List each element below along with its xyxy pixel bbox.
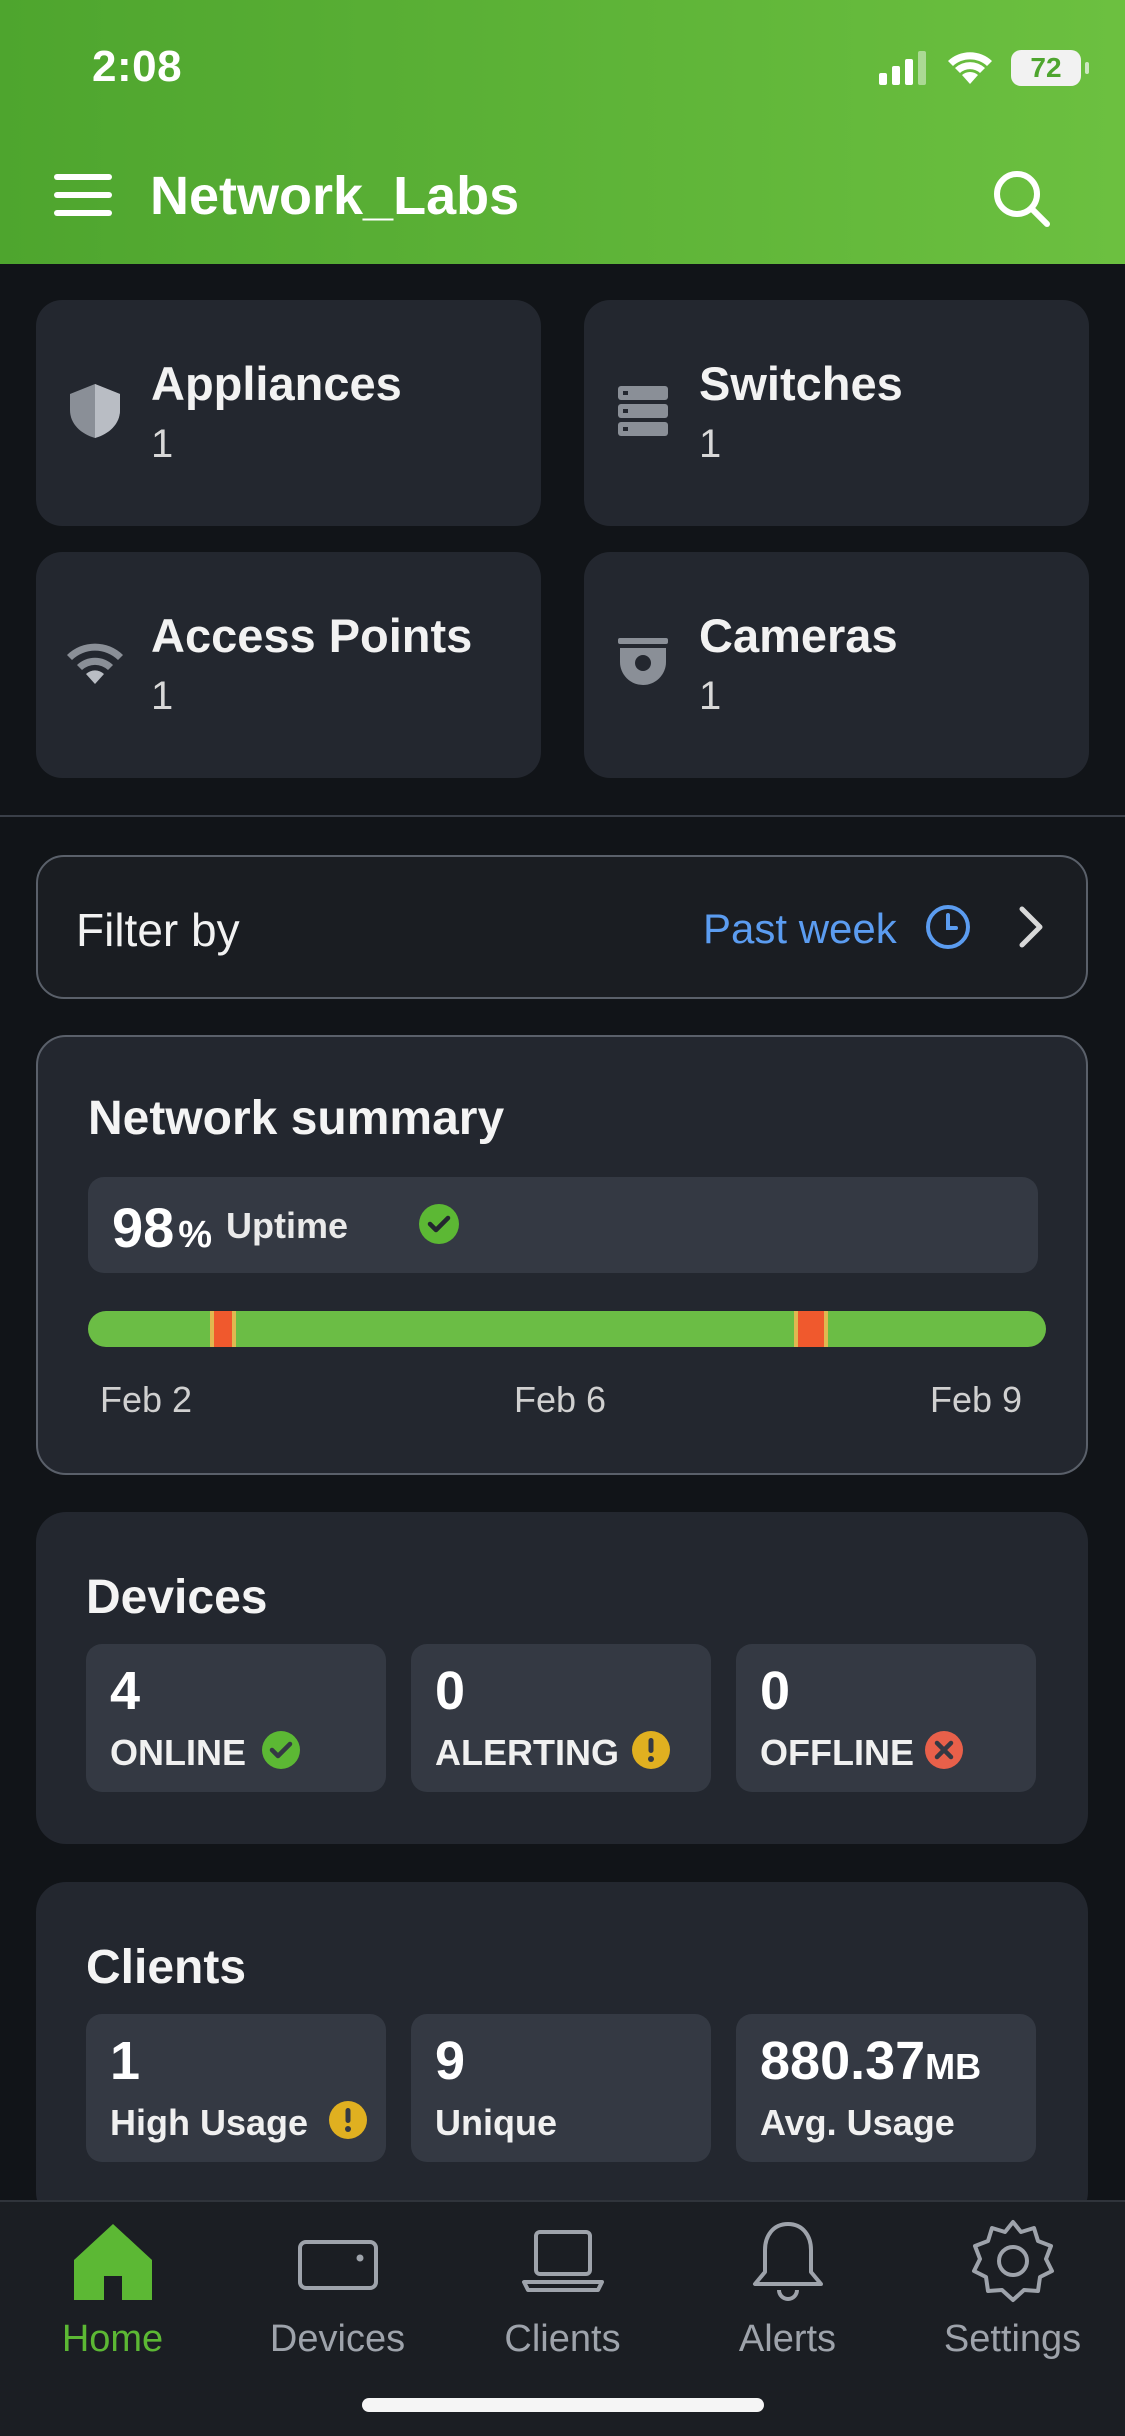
tab-clients[interactable]: Clients — [450, 2216, 675, 2366]
uptime-timeline-bar — [88, 1311, 1046, 1347]
devices-card: Devices 4 ONLINE 0 ALERTING 0 OFFLINE — [36, 1512, 1088, 1844]
uptime-value: 98% — [112, 1196, 213, 1259]
timeline-date-mid: Feb 6 — [514, 1379, 607, 1420]
chevron-right-icon — [1019, 906, 1043, 948]
card-count: 1 — [699, 422, 722, 466]
filter-label: Filter by — [76, 904, 240, 956]
stat-offline[interactable]: 0 OFFLINE — [736, 1644, 1036, 1792]
tab-settings[interactable]: Settings — [900, 2216, 1125, 2366]
device-icon — [297, 2240, 378, 2290]
status-icons: 72 — [879, 48, 1089, 88]
stat-label: Avg. Usage — [760, 2102, 955, 2143]
stat-value: 880.37MB — [760, 2031, 982, 2091]
card-appliances[interactable]: Appliances 1 — [36, 300, 541, 526]
stat-online[interactable]: 4 ONLINE — [86, 1644, 386, 1792]
stat-label: OFFLINE — [760, 1732, 914, 1773]
clients-card: Clients 1 High Usage 9 Unique 880.37MB A… — [36, 1882, 1088, 2222]
home-indicator — [362, 2398, 764, 2412]
card-cameras[interactable]: Cameras 1 — [584, 552, 1089, 778]
check-circle-icon — [262, 1731, 300, 1769]
downtime-segment — [794, 1311, 828, 1347]
wifi-icon — [67, 643, 123, 684]
card-count: 1 — [151, 422, 174, 466]
stat-value: 0 — [760, 1661, 791, 1721]
warning-circle-icon — [632, 1731, 670, 1769]
switch-stack-icon — [618, 386, 668, 436]
stat-value: 0 — [435, 1661, 466, 1721]
tab-label: Devices — [269, 2318, 406, 2360]
laptop-icon — [521, 2230, 604, 2292]
card-label: Cameras — [699, 609, 898, 662]
section-title: Network summary — [88, 1092, 505, 1145]
check-circle-icon — [419, 1204, 459, 1244]
timeline-date-start: Feb 2 — [100, 1379, 193, 1420]
network-summary-card[interactable]: Network summary 98% Uptime Feb 2 Feb 6 F… — [36, 1035, 1088, 1475]
tab-label: Clients — [504, 2318, 621, 2360]
tab-home[interactable]: Home — [0, 2216, 225, 2366]
card-label: Switches — [699, 357, 903, 410]
signal-icon — [879, 51, 926, 85]
section-title: Devices — [86, 1571, 268, 1624]
clock-icon — [926, 905, 970, 949]
app-header: 2:08 72 Network_Labs — [0, 0, 1125, 264]
tab-label: Home — [61, 2318, 164, 2360]
hamburger-menu-icon[interactable] — [54, 172, 112, 218]
tab-label: Settings — [943, 2318, 1082, 2360]
tab-alerts[interactable]: Alerts — [675, 2216, 900, 2366]
section-title: Clients — [86, 1941, 247, 1994]
stat-label: ALERTING — [435, 1732, 619, 1773]
downtime-segment — [210, 1311, 236, 1347]
shield-icon — [70, 384, 120, 438]
stat-value: 9 — [435, 2031, 466, 2091]
timeline-date-end: Feb 9 — [930, 1379, 1023, 1420]
stat-value: 4 — [110, 1661, 141, 1721]
tab-devices[interactable]: Devices — [225, 2216, 450, 2366]
card-switches[interactable]: Switches 1 — [584, 300, 1089, 526]
card-count: 1 — [151, 674, 174, 718]
error-circle-icon — [925, 1731, 963, 1769]
warning-circle-icon — [329, 2101, 367, 2139]
page-title: Network_Labs — [150, 166, 520, 226]
filter-value: Past week — [703, 905, 897, 952]
status-time: 2:08 — [92, 42, 183, 91]
search-icon[interactable] — [991, 168, 1051, 228]
section-divider — [0, 815, 1125, 817]
uptime-box: 98% Uptime — [88, 1177, 1038, 1273]
card-count: 1 — [699, 674, 722, 718]
stat-high-usage[interactable]: 1 High Usage — [86, 2014, 386, 2162]
stat-label: Unique — [435, 2102, 557, 2143]
uptime-label: Uptime — [226, 1205, 349, 1246]
tab-label: Alerts — [738, 2318, 837, 2360]
stat-unique[interactable]: 9 Unique — [411, 2014, 711, 2162]
stat-alerting[interactable]: 0 ALERTING — [411, 1644, 711, 1792]
card-label: Appliances — [151, 357, 402, 410]
stat-label: High Usage — [110, 2102, 309, 2143]
card-label: Access Points — [151, 609, 473, 662]
stat-value: 1 — [110, 2031, 141, 2091]
bell-icon — [752, 2222, 823, 2301]
gear-icon — [971, 2220, 1054, 2302]
home-icon — [73, 2224, 152, 2300]
battery-indicator: 72 — [1011, 50, 1089, 86]
card-access-points[interactable]: Access Points 1 — [36, 552, 541, 778]
camera-icon — [618, 638, 668, 685]
wifi-status-icon — [948, 52, 992, 84]
filter-row[interactable]: Filter by Past week — [36, 855, 1088, 999]
stat-avg-usage[interactable]: 880.37MB Avg. Usage — [736, 2014, 1036, 2162]
stat-label: ONLINE — [110, 1732, 247, 1773]
